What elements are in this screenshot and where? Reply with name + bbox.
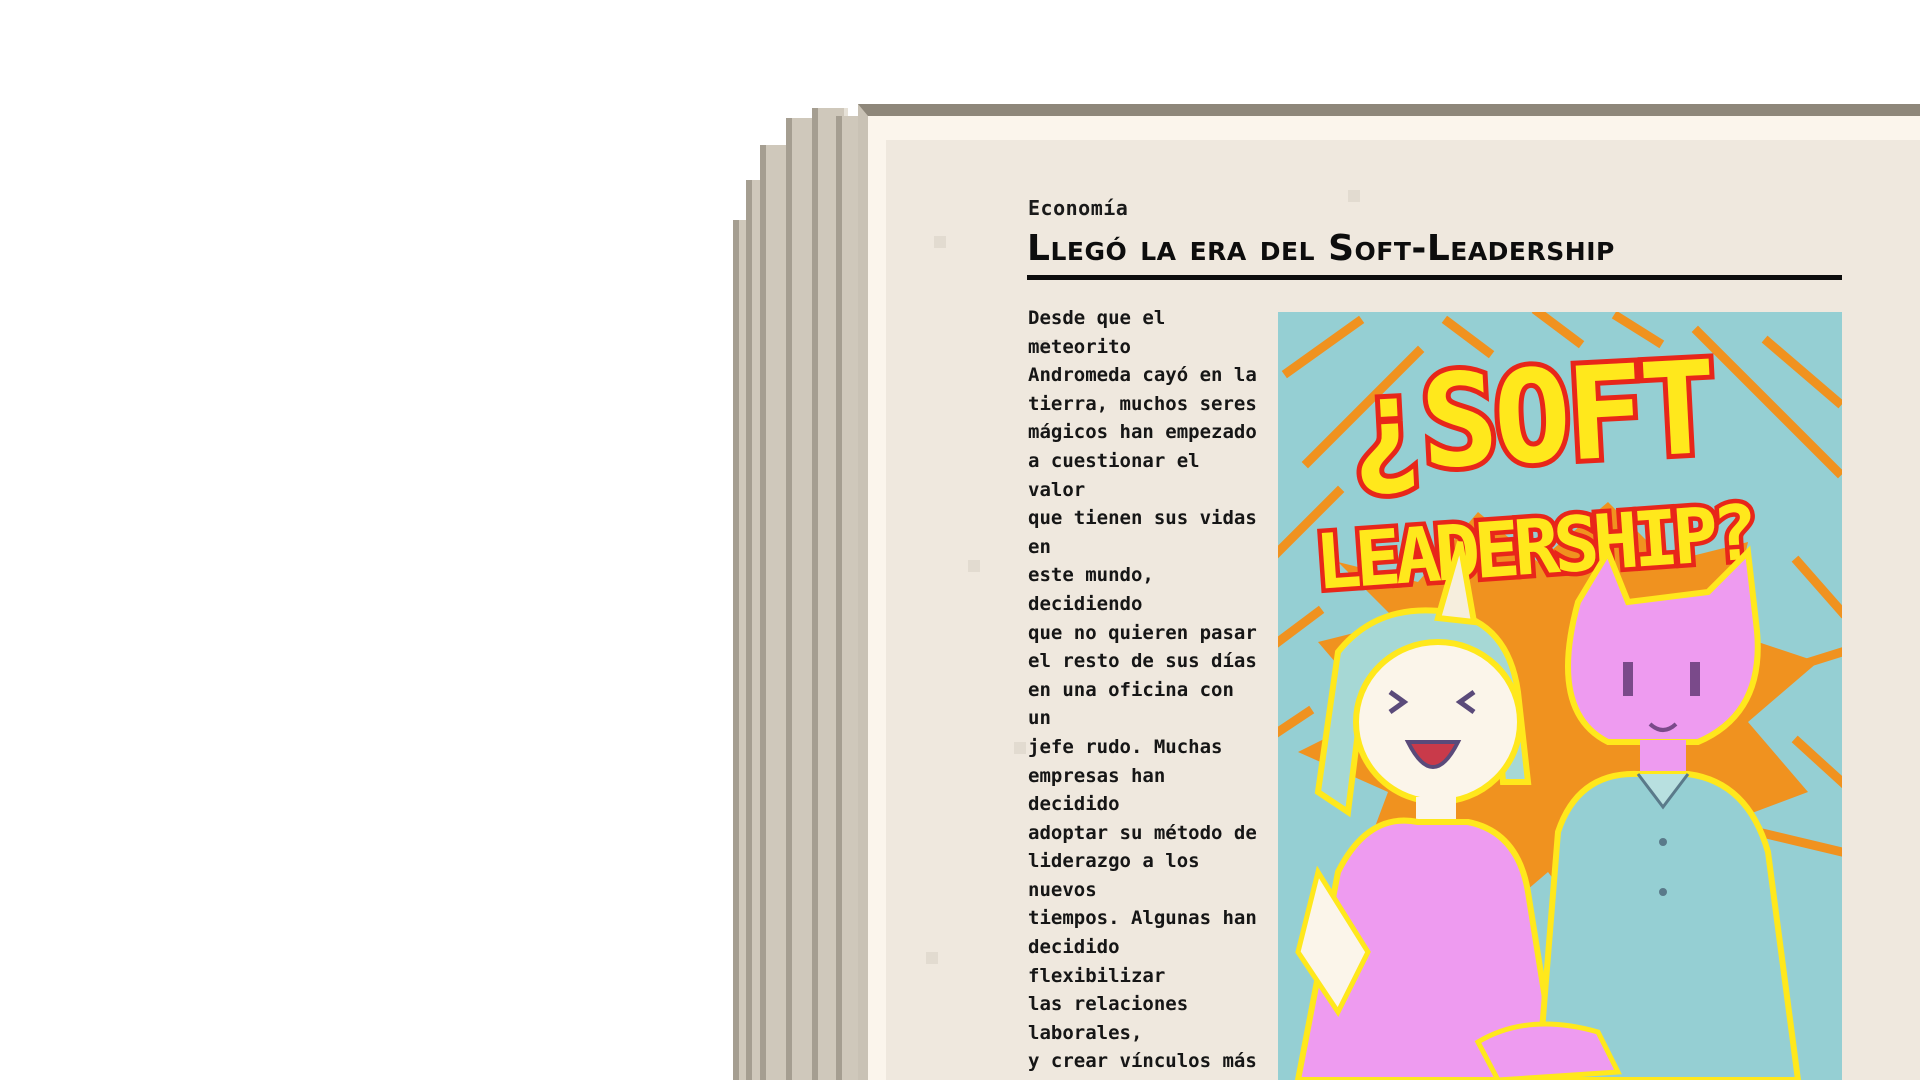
handshake [1474,1021,1622,1080]
section-label: Economía [1028,196,1129,220]
illustration-art: ¿SOFT LEADERSHIP? [1278,312,1842,1080]
game-scene: Economía Llegó la era del Soft-Leadershi… [0,0,1920,1080]
paper-speck [1014,742,1026,754]
paper-speck [968,560,980,572]
article-illustration: ¿SOFT LEADERSHIP? [1278,312,1842,1080]
cat-shirt-button [1659,838,1667,846]
cat-eye-right [1690,662,1700,696]
illustration-title: ¿SOFT LEADERSHIP? [1308,329,1760,611]
headline-rule [1027,275,1842,280]
paper-speck [1348,190,1360,202]
article-headline: Llegó la era del Soft-Leadership [1027,228,1615,269]
paper-speck [926,952,938,964]
cat-shirt-button [1659,888,1667,896]
unicorn-face [1353,639,1523,805]
paper-speck [934,236,946,248]
cat-eye-left [1623,662,1633,696]
article-body: Desde que el meteorito Andromeda cayó en… [1028,307,1257,1080]
illustration-title-line1: ¿SOFT [1344,334,1717,502]
